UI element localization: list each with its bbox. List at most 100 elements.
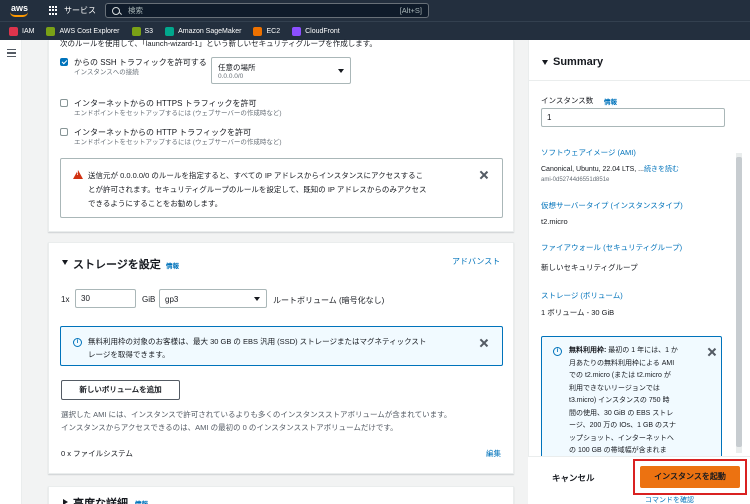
favorite-sagemaker[interactable]: Amazon SageMaker <box>165 26 242 36</box>
search-shortcut: [Alt+S] <box>399 6 422 15</box>
advanced-info-link[interactable]: 情報 <box>135 498 148 504</box>
close-icon[interactable] <box>480 339 488 347</box>
ssh-source-label: 任意の場所 <box>218 63 256 72</box>
ssh-source-dropdown[interactable]: 任意の場所 0.0.0.0/0 <box>211 57 351 84</box>
security-group-note: 次のルールを使用して、「launch-wizard-1」という新しいセキュリティ… <box>60 39 377 48</box>
ssh-rule-row: からの SSH トラフィックを許可する インスタンスへの接続 <box>60 57 209 77</box>
ami-value: Canonical, Ubuntu, 22.04 LTS, ... <box>541 166 644 173</box>
favorite-cost-explorer[interactable]: AWS Cost Explorer <box>46 26 120 36</box>
expand-icon[interactable] <box>63 499 68 504</box>
search-placeholder: 検索 <box>128 6 143 15</box>
sagemaker-icon <box>165 26 175 36</box>
edit-link[interactable]: 編集 <box>486 448 501 459</box>
ami-link[interactable]: ソフトウェアイメージ (AMI) <box>541 147 636 158</box>
free-tier-line: 利用できないリージョンでは <box>569 384 660 392</box>
advanced-details-panel: 高度な詳細 情報 <box>48 486 514 504</box>
menu-icon[interactable] <box>7 49 16 57</box>
grid-icon <box>49 5 59 16</box>
free-tier-line: での t2.micro (または t2.micro が <box>569 372 671 379</box>
summary-panel: Summary インスタンス数 情報 1 ソフトウェアイメージ (AMI) Ca… <box>528 40 750 476</box>
info-text-line: 無料利用枠の対象のお客様は、最大 30 GB の EBS 汎用 (SSD) スト… <box>88 337 427 346</box>
firewall-value: 新しいセキュリティグループ <box>541 263 638 272</box>
instance-count-label: インスタンス数 <box>541 96 594 105</box>
ssh-source-value: 0.0.0.0/0 <box>218 73 244 80</box>
https-checkbox[interactable] <box>60 99 68 107</box>
info-icon: i <box>553 347 562 356</box>
volume-unit: GiB <box>142 295 156 304</box>
favorite-label: EC2 <box>266 27 281 35</box>
favorite-s3[interactable]: S3 <box>131 26 153 36</box>
advanced-link[interactable]: アドバンスト <box>452 256 500 267</box>
favorite-label: Amazon SageMaker <box>178 27 242 35</box>
http-sublabel: エンドポイントをセットアップするには (ウェブサーバーの作成時など) <box>74 139 282 146</box>
collapse-icon[interactable] <box>62 260 68 265</box>
ami-note-line: 選択した AMI には、インスタンスで許可されているよりも多くのインスタンススト… <box>61 410 452 419</box>
review-commands-link[interactable]: コマンドを確認 <box>645 495 694 504</box>
ssh-label: からの SSH トラフィックを許可する <box>74 58 207 67</box>
warning-icon <box>73 170 83 179</box>
instance-type-link[interactable]: 仮想サーバータイプ (インスタンスタイプ) <box>541 200 683 211</box>
summary-title: Summary <box>553 56 604 68</box>
advanced-title: 高度な詳細 <box>73 498 128 504</box>
ssh-checkbox[interactable] <box>60 58 68 66</box>
instance-count-value: 1 <box>547 113 552 122</box>
aws-logo[interactable]: aws <box>9 2 33 19</box>
info-text-line: レージを取得できます。 <box>88 350 170 359</box>
highlight-box <box>633 459 747 495</box>
file-system-count: 0 x ファイルシステム <box>61 449 133 458</box>
search-icon <box>112 6 120 15</box>
https-sublabel: エンドポイントをセットアップするには (ウェブサーバーの作成時など) <box>74 110 282 117</box>
add-volume-button[interactable]: 新しいボリュームを追加 <box>61 380 180 400</box>
ssh-sublabel: インスタンスへの接続 <box>74 69 139 76</box>
favorite-label: IAM <box>22 27 35 35</box>
favorite-ec2[interactable]: EC2 <box>253 26 281 36</box>
network-settings-panel: 次のルールを使用して、「launch-wizard-1」という新しいセキュリティ… <box>48 39 514 232</box>
read-more-link[interactable]: 続きを読む <box>644 166 679 173</box>
volume-size-input[interactable]: 30 <box>75 289 136 308</box>
close-icon[interactable] <box>708 348 716 356</box>
volume-size-value: 30 <box>81 294 90 303</box>
http-checkbox[interactable] <box>60 128 68 136</box>
https-rule-row: インターネットからの HTTPS トラフィックを許可 エンドポイントをセットアッ… <box>60 98 282 118</box>
volume-type-value: gp3 <box>165 295 179 304</box>
cancel-button[interactable]: キャンセル <box>552 472 595 484</box>
volume-type-dropdown[interactable]: gp3 <box>159 289 267 308</box>
instance-count-input[interactable]: 1 <box>541 108 725 127</box>
ami-value-line: Canonical, Ubuntu, 22.04 LTS, ...続きを読む <box>541 164 679 174</box>
ec2-icon <box>253 26 263 36</box>
favorite-iam[interactable]: IAM <box>9 26 35 36</box>
collapse-icon[interactable] <box>542 60 548 65</box>
free-tier-alert: i 無料利用枠: 最初の 1 年には、1 か 月あたりの無料利用枠による AMI… <box>541 336 722 476</box>
close-icon[interactable] <box>480 171 488 179</box>
left-rail <box>0 40 22 504</box>
free-tier-line: t3.micro) インスタンスの 750 時 <box>569 397 670 404</box>
volume-count: 1x <box>61 295 70 304</box>
favorite-cloudfront[interactable]: CloudFront <box>292 26 340 36</box>
search-input[interactable]: 検索 [Alt+S] <box>105 3 429 18</box>
storage-value: 1 ボリューム - 30 GiB <box>541 308 615 317</box>
storage-info-link[interactable]: 情報 <box>166 260 179 270</box>
chevron-down-icon <box>338 68 344 73</box>
http-label: インターネットからの HTTP トラフィックを許可 <box>74 128 252 137</box>
warning-text-line: とが許可されます。セキュリティグループのルールを設定して、既知の IP アドレス… <box>88 185 427 194</box>
instance-count-info-link[interactable]: 情報 <box>604 96 617 106</box>
s3-icon <box>131 26 141 36</box>
warning-text-line: できるようにすることをお勧めします。 <box>88 199 223 208</box>
storage-link[interactable]: ストレージ (ボリューム) <box>541 290 623 301</box>
root-volume-label: ルートボリューム (暗号化なし) <box>273 296 385 305</box>
instance-type-value: t2.micro <box>541 217 568 226</box>
warning-text-line: 送信元が 0.0.0.0/0 のルールを指定すると、すべての IP アドレスから… <box>88 171 424 180</box>
divider <box>529 80 750 81</box>
ami-id: ami-0d52744d6551d851e <box>541 177 610 183</box>
cloudfront-icon <box>292 26 302 36</box>
favorite-label: CloudFront <box>305 27 340 35</box>
storage-title: ストレージを設定 <box>73 259 161 271</box>
summary-scrollbar[interactable] <box>736 157 742 447</box>
firewall-link[interactable]: ファイアウォール (セキュリティグループ) <box>541 242 682 253</box>
services-label: サービス <box>64 6 96 15</box>
free-tier-line: 月あたりの無料利用枠による AMI <box>569 359 675 367</box>
free-tier-line: ップショット、インターネットへ <box>569 434 674 442</box>
https-label: インターネットからの HTTPS トラフィックを許可 <box>74 99 257 108</box>
services-menu[interactable]: サービス <box>49 4 96 17</box>
free-tier-text: 最初の 1 年には、1 か <box>606 347 678 354</box>
